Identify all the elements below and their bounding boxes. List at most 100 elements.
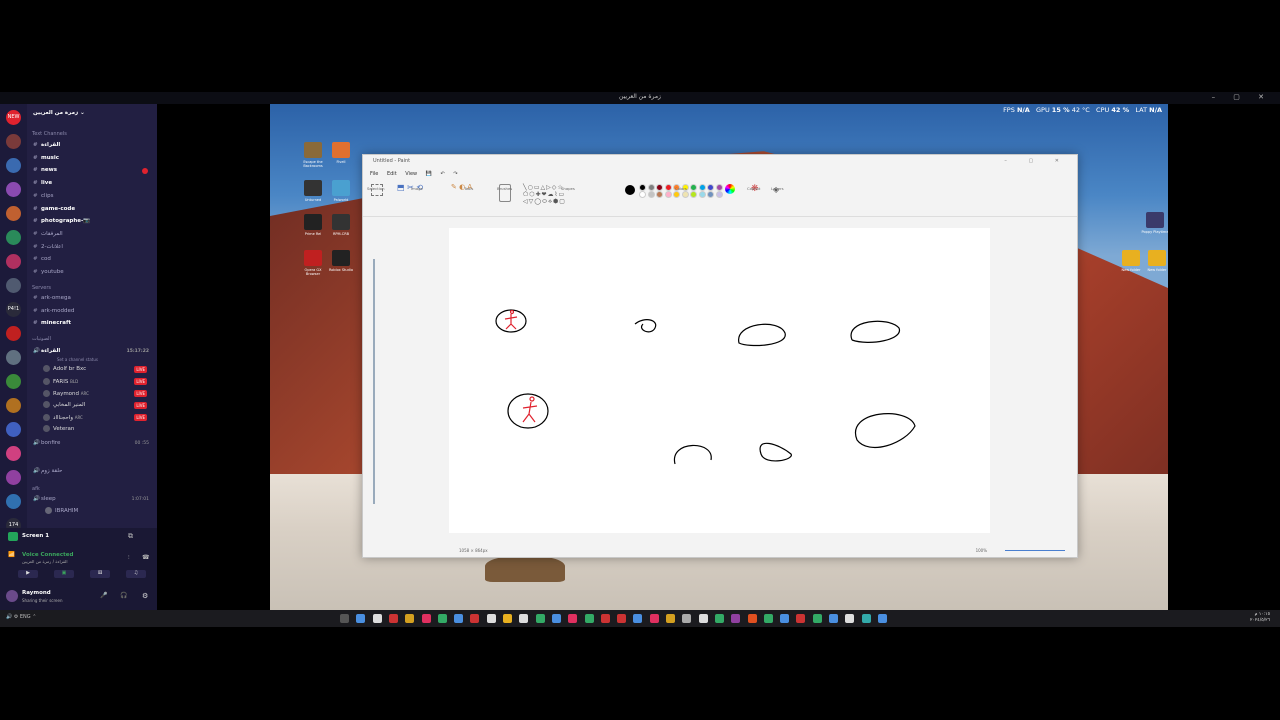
color-swatch[interactable] <box>707 184 714 191</box>
text-channel[interactable]: # اعلانات-2 <box>33 242 153 253</box>
taskbar-app-icon[interactable] <box>714 614 724 623</box>
server-icon[interactable] <box>6 398 21 413</box>
text-channel[interactable]: # cod <box>33 254 153 265</box>
screen-label[interactable]: Screen 1 <box>22 533 49 539</box>
taskbar-app-icon[interactable] <box>454 614 464 623</box>
text-channel[interactable]: # music <box>33 153 153 164</box>
server-icon[interactable] <box>6 254 21 269</box>
taskbar-app-icon[interactable] <box>796 614 806 623</box>
window-controls[interactable]: – ▢ ✕ <box>1212 93 1272 101</box>
server-icon[interactable] <box>6 158 21 173</box>
category-voice[interactable]: الصوتيات <box>32 336 51 342</box>
taskbar-app-icon[interactable] <box>519 614 529 623</box>
taskbar-app-icon[interactable] <box>780 614 790 623</box>
voice-user[interactable]: FARIS BLD LIVE <box>43 376 153 387</box>
color-swatch[interactable] <box>715 191 723 198</box>
voice-user[interactable]: Veteran <box>43 424 153 435</box>
taskbar-app-icon[interactable] <box>633 614 643 623</box>
taskbar-app-icon[interactable] <box>747 614 757 623</box>
server-icon[interactable] <box>6 230 21 245</box>
server-icon[interactable] <box>6 494 21 509</box>
settings-gear-icon[interactable]: ⚙ <box>142 592 148 600</box>
taskbar-app-icon[interactable] <box>861 614 871 623</box>
taskbar-app-icon[interactable] <box>388 614 398 623</box>
taskbar-app-icon[interactable] <box>535 614 545 623</box>
taskbar-app-icon[interactable] <box>486 614 496 623</box>
color-swatch[interactable] <box>673 191 680 198</box>
desktop-icon[interactable] <box>304 180 322 196</box>
deafen-icon[interactable]: 🎧 <box>120 592 127 599</box>
desktop-icon[interactable] <box>1148 250 1166 266</box>
category-servers[interactable]: Servers <box>32 285 51 291</box>
server-icon[interactable]: NEW <box>6 110 21 125</box>
text-channel[interactable]: # news <box>33 165 153 176</box>
soundboard-button[interactable]: ♫ <box>126 570 146 578</box>
color-swatch[interactable] <box>639 191 646 198</box>
text-channel[interactable]: # minecraft <box>33 318 153 329</box>
voice-user[interactable]: المنير المخابي LIVE <box>43 400 153 411</box>
taskbar-app-icon[interactable] <box>617 614 627 623</box>
mute-icon[interactable]: 🎤 <box>100 592 107 599</box>
taskbar-app-icon[interactable] <box>763 614 773 623</box>
taskbar-app-icon[interactable] <box>568 614 578 623</box>
text-channel[interactable]: # photographe-📷 <box>33 216 153 227</box>
text-channel[interactable]: # المرفقات <box>33 229 153 240</box>
voice-user-ibrahim[interactable]: IBRAHIM <box>45 506 153 517</box>
noise-suppression-icon[interactable]: ⫶ <box>128 554 130 562</box>
avatar[interactable] <box>6 590 18 602</box>
voice-channel-zoom[interactable]: 🔊حلقة زوم <box>33 466 153 477</box>
menu-file[interactable]: File <box>370 168 378 180</box>
text-channel[interactable]: # youtube <box>33 267 153 278</box>
server-icon[interactable] <box>6 134 21 149</box>
taskbar-app-icon[interactable] <box>666 614 675 623</box>
color-swatch[interactable] <box>698 191 706 198</box>
disconnect-icon[interactable]: ☎ <box>142 554 149 561</box>
desktop-icon[interactable] <box>1146 212 1164 228</box>
color-swatch[interactable] <box>656 191 663 198</box>
clock[interactable]: ١٠:١٥ م ٢٠٢٤/٥/٢٦ <box>1250 612 1270 624</box>
server-icon[interactable] <box>6 374 21 389</box>
color-swatch[interactable] <box>681 191 689 198</box>
taskbar-app-icon[interactable] <box>600 614 610 623</box>
text-channel[interactable]: # clips <box>33 191 153 202</box>
taskbar-app-icon[interactable] <box>421 614 431 623</box>
taskbar-app-icon[interactable] <box>649 614 659 623</box>
brush-size-slider[interactable] <box>373 259 375 504</box>
voice-connected-label[interactable]: Voice Connected <box>22 552 73 558</box>
taskbar-app-icon[interactable] <box>356 614 366 623</box>
text-channel[interactable]: # ark-modded <box>33 306 153 317</box>
zoom-level[interactable]: 100% <box>976 544 987 557</box>
server-icon[interactable] <box>6 206 21 221</box>
server-name[interactable]: زمرة من العريين ⌄ <box>33 108 153 119</box>
edit-colors-icon[interactable] <box>725 184 735 194</box>
voice-user[interactable]: واحجناااد ARC LIVE <box>43 412 153 423</box>
drawing-canvas[interactable] <box>449 228 990 533</box>
desktop-icon[interactable] <box>304 142 322 158</box>
server-icon[interactable] <box>6 422 21 437</box>
color-swatch[interactable] <box>690 184 697 191</box>
color-swatch[interactable] <box>664 191 672 198</box>
color-swatch[interactable] <box>656 184 663 191</box>
taskbar-app-icon[interactable] <box>845 614 855 623</box>
desktop-icon[interactable] <box>304 250 322 266</box>
desktop-icon[interactable] <box>304 214 322 230</box>
text-channel[interactable]: # game-code <box>33 204 153 215</box>
taskbar-app-icon[interactable] <box>829 614 838 623</box>
activities-button[interactable]: ⚅ <box>90 570 110 578</box>
category-afk[interactable]: afk <box>32 486 40 492</box>
taskbar-app-icon[interactable] <box>584 614 594 623</box>
color-swatch[interactable] <box>639 184 646 191</box>
color-swatch[interactable] <box>690 191 697 198</box>
color-swatch[interactable] <box>647 191 655 198</box>
color-swatch[interactable] <box>664 184 672 191</box>
desktop-icon[interactable] <box>1122 250 1140 266</box>
voice-channel-sleep[interactable]: 🔊sleep 1:07:01 <box>33 494 153 505</box>
server-icon[interactable] <box>6 326 21 341</box>
color-swatch[interactable] <box>715 184 723 191</box>
username[interactable]: Raymond <box>22 590 51 596</box>
desktop-icon[interactable] <box>332 180 350 196</box>
color-1-swatch[interactable] <box>625 185 635 195</box>
taskbar-app-icon[interactable] <box>682 614 692 623</box>
taskbar-app-icon[interactable] <box>405 614 415 623</box>
desktop-icon[interactable] <box>332 214 350 230</box>
